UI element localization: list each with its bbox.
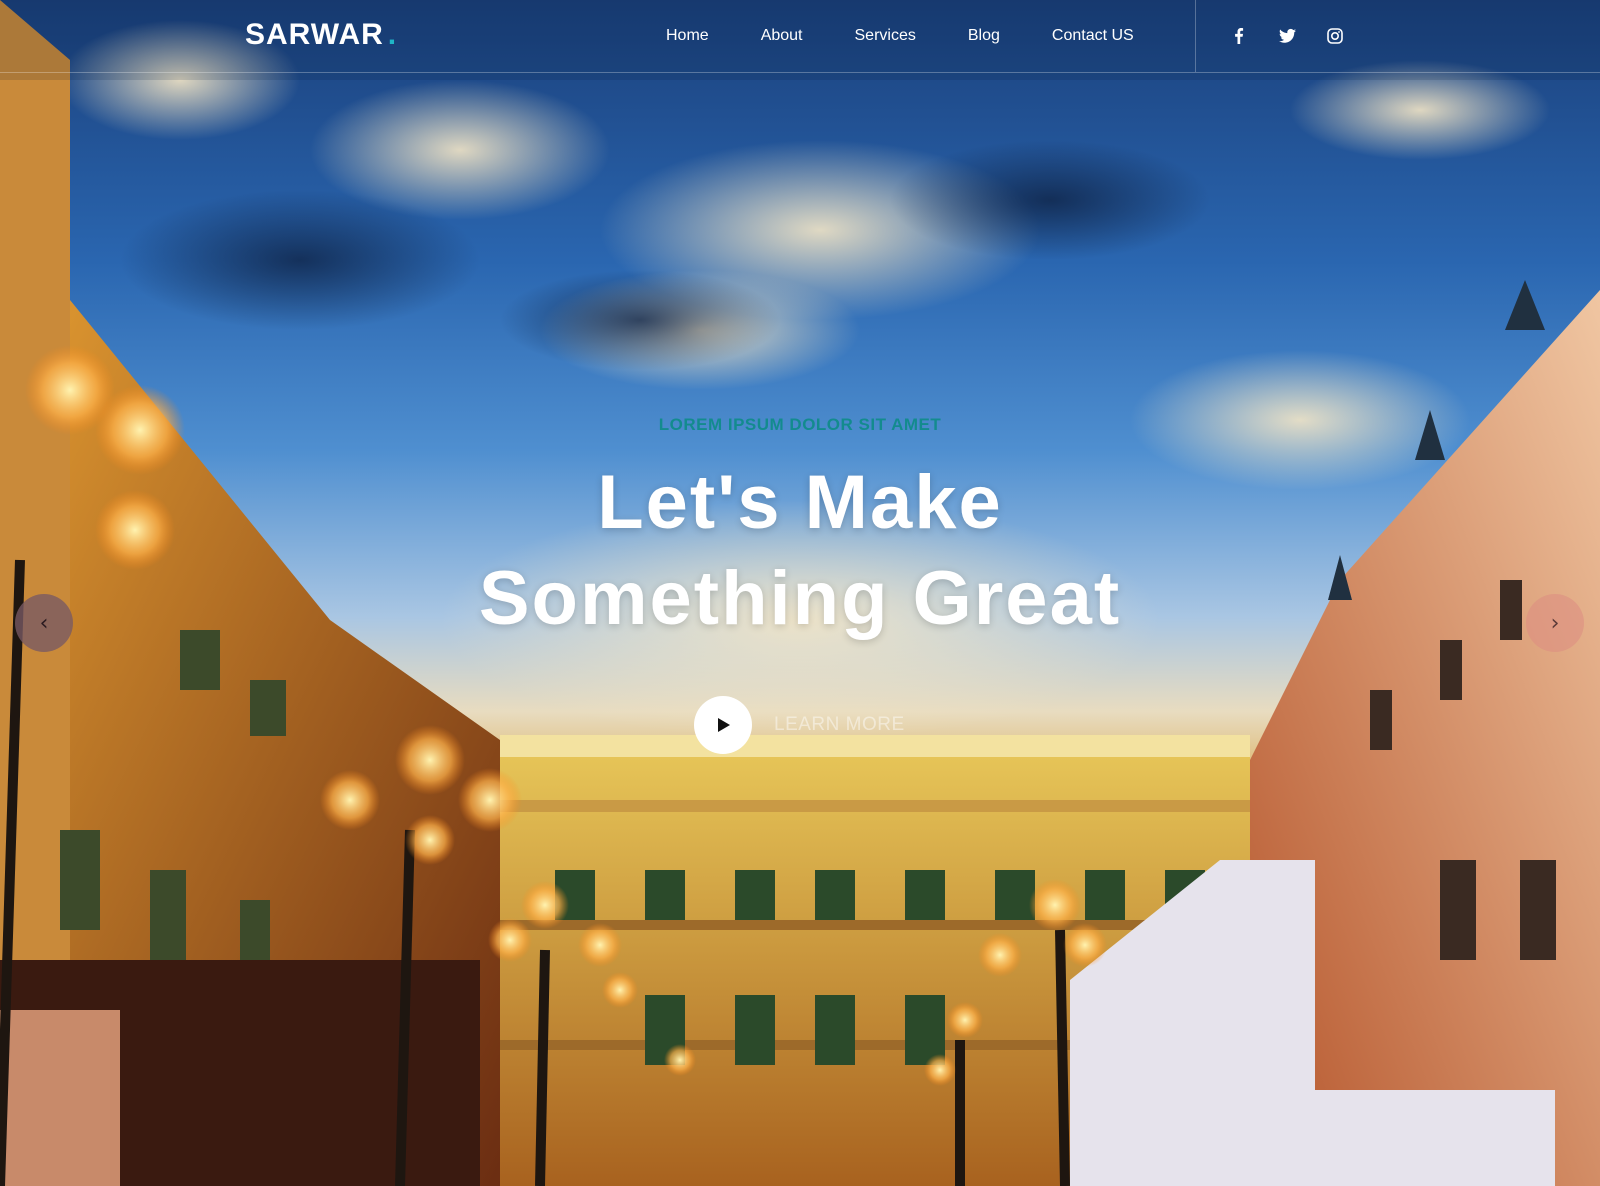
nav-link-about[interactable]: About xyxy=(735,0,829,72)
logo-accent-dot: . xyxy=(387,18,398,51)
nav-link-contact[interactable]: Contact US xyxy=(1026,0,1160,72)
hero-cta: LEARN MORE xyxy=(694,696,905,754)
facebook-link[interactable] xyxy=(1215,0,1263,72)
learn-more-link[interactable]: LEARN MORE xyxy=(774,714,905,736)
carousel-prev-button[interactable]: ‹ xyxy=(15,594,73,652)
twitter-link[interactable] xyxy=(1263,0,1311,72)
main-navigation: Home About Services Blog Contact US xyxy=(640,0,1160,72)
play-video-button[interactable] xyxy=(694,696,752,754)
social-links xyxy=(1215,0,1359,72)
instagram-link[interactable] xyxy=(1311,0,1359,72)
facebook-icon xyxy=(1235,28,1244,44)
nav-link-services[interactable]: Services xyxy=(829,0,942,72)
carousel-next-button[interactable]: › xyxy=(1526,594,1584,652)
twitter-icon xyxy=(1278,28,1296,43)
nav-link-blog[interactable]: Blog xyxy=(942,0,1026,72)
headline-line-2: Something Great xyxy=(478,556,1122,641)
chevron-left-icon: ‹ xyxy=(39,610,49,636)
hero-eyebrow: LOREM IPSUM DOLOR SIT AMET xyxy=(658,415,942,434)
instagram-icon xyxy=(1327,28,1343,44)
nav-link-home[interactable]: Home xyxy=(640,0,735,72)
headline-line-1: Let's Make xyxy=(597,460,1003,545)
logo-text: SARWAR xyxy=(245,18,384,51)
hero-section: SARWAR. Home About Services Blog Contact… xyxy=(0,0,1600,1186)
play-icon xyxy=(718,718,730,732)
site-logo[interactable]: SARWAR. xyxy=(245,18,397,52)
top-navbar: SARWAR. Home About Services Blog Contact… xyxy=(0,0,1600,73)
hero-headline: Let's Make Something Great xyxy=(400,455,1200,647)
navbar-divider xyxy=(1195,0,1196,72)
chevron-right-icon: › xyxy=(1550,610,1560,636)
